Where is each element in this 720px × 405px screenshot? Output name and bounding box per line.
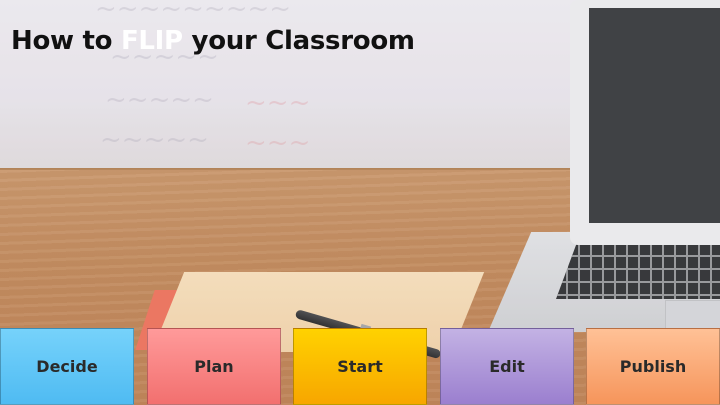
decide-button[interactable]: Decide [0,328,134,405]
start-label: Start [337,357,383,376]
edit-label: Edit [489,357,525,376]
page-title: How to FLIP your Classroom [11,26,415,56]
decide-label: Decide [36,357,98,376]
title-highlight: FLIP [120,26,183,56]
title-prefix: How to [11,26,121,56]
start-button[interactable]: Start [293,328,427,405]
plan-button[interactable]: Plan [147,328,281,405]
publish-button[interactable]: Publish [586,328,720,405]
edit-button[interactable]: Edit [440,328,574,405]
step-buttons: Decide Plan Start Edit Publish [0,328,720,405]
plan-label: Plan [194,357,234,376]
title-suffix: your Classroom [182,26,415,56]
publish-label: Publish [619,357,687,376]
